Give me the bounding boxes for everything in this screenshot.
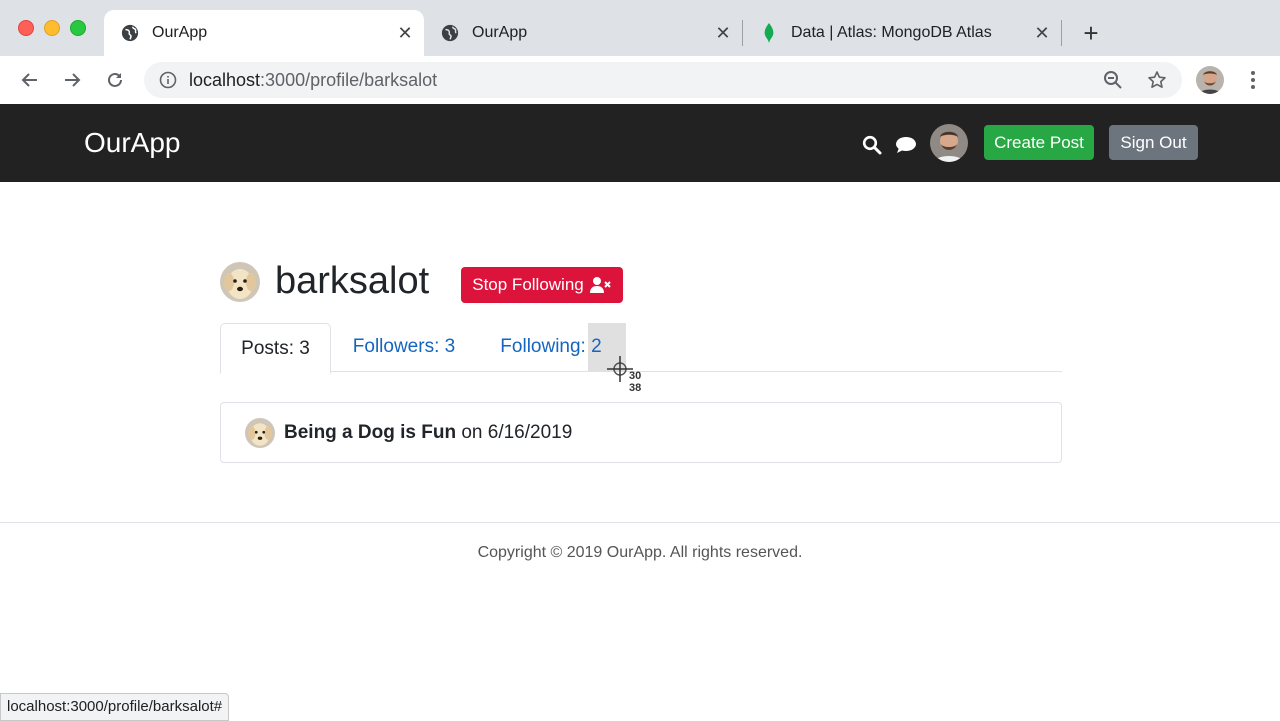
tab-title: Data | Atlas: MongoDB Atlas [791, 24, 992, 41]
cursor-coordinate-readout: 30 38 [629, 370, 641, 394]
close-icon[interactable]: ✕ [1031, 22, 1053, 44]
globe-icon [440, 23, 460, 43]
browser-toolbar: localhost:3000/profile/barksalot [0, 56, 1280, 105]
globe-icon [120, 23, 140, 43]
browser-profile-avatar[interactable] [1196, 66, 1224, 94]
browser-menu-icon[interactable] [1242, 68, 1264, 92]
cursor-y-value: 38 [629, 382, 642, 394]
create-post-button[interactable]: Create Post [984, 125, 1094, 160]
stop-following-button[interactable]: Stop Following [461, 267, 623, 303]
tab-title: OurApp [152, 24, 208, 41]
tab-followers[interactable]: Followers: 3 [330, 323, 478, 371]
post-date: 6/16/2019 [487, 422, 573, 443]
search-icon[interactable] [861, 134, 883, 156]
footer-copyright: Copyright © 2019 OurApp. All rights rese… [477, 544, 803, 561]
maximize-window-button[interactable] [70, 20, 86, 36]
user-avatar[interactable] [930, 124, 968, 162]
close-icon[interactable]: ✕ [712, 22, 734, 44]
app-header: OurApp Create Post Sign Out [0, 104, 1280, 182]
post-list-item[interactable]: Being a Dog is Fun on 6/16/2019 [220, 402, 1062, 463]
browser-tab-1[interactable]: OurApp ✕ [104, 10, 424, 56]
brand-logo[interactable]: OurApp [84, 126, 181, 160]
new-tab-plus-icon[interactable]: + [1078, 18, 1104, 48]
browser-tab-2[interactable]: OurApp ✕ [424, 10, 742, 56]
post-on-label: on [461, 422, 483, 443]
browser-tabstrip: OurApp ✕ OurApp ✕ Data | Atlas: MongoDB … [0, 0, 1280, 56]
browser-tab-3[interactable]: Data | Atlas: MongoDB Atlas ✕ [743, 10, 1061, 56]
user-remove-icon [589, 277, 611, 293]
reload-icon[interactable] [101, 66, 129, 94]
tab-title: OurApp [472, 24, 528, 41]
bookmark-star-icon[interactable] [1146, 69, 1168, 91]
tab-separator [1061, 20, 1062, 46]
profile-avatar [220, 262, 260, 302]
post-summary: Being a Dog is Fun on 6/16/2019 [284, 422, 572, 444]
minimize-window-button[interactable] [44, 20, 60, 36]
tab-following[interactable]: Following: 2 [478, 323, 624, 371]
profile-username: barksalot [275, 260, 430, 302]
chat-icon[interactable] [895, 134, 917, 156]
back-arrow-icon[interactable] [16, 66, 44, 94]
url-text: localhost:3000/profile/barksalot [189, 70, 437, 90]
cursor-x-value: 30 [629, 370, 642, 382]
close-window-button[interactable] [18, 20, 34, 36]
post-author-avatar [245, 418, 275, 448]
info-icon[interactable] [158, 70, 178, 90]
url-host: localhost [189, 70, 261, 90]
address-bar[interactable]: localhost:3000/profile/barksalot [144, 62, 1182, 98]
url-path: :3000/profile/barksalot [260, 70, 438, 90]
close-icon[interactable]: ✕ [394, 22, 416, 44]
mongodb-leaf-icon [759, 23, 779, 43]
forward-arrow-icon[interactable] [58, 66, 86, 94]
stop-following-label: Stop Following [472, 275, 584, 294]
zoom-out-icon[interactable] [1102, 69, 1124, 91]
status-bar-url: localhost:3000/profile/barksalot# [0, 693, 230, 721]
tab-posts[interactable]: Posts: 3 [220, 323, 331, 374]
sign-out-button[interactable]: Sign Out [1109, 125, 1198, 160]
footer-divider [0, 522, 1280, 523]
post-title[interactable]: Being a Dog is Fun [284, 422, 456, 443]
